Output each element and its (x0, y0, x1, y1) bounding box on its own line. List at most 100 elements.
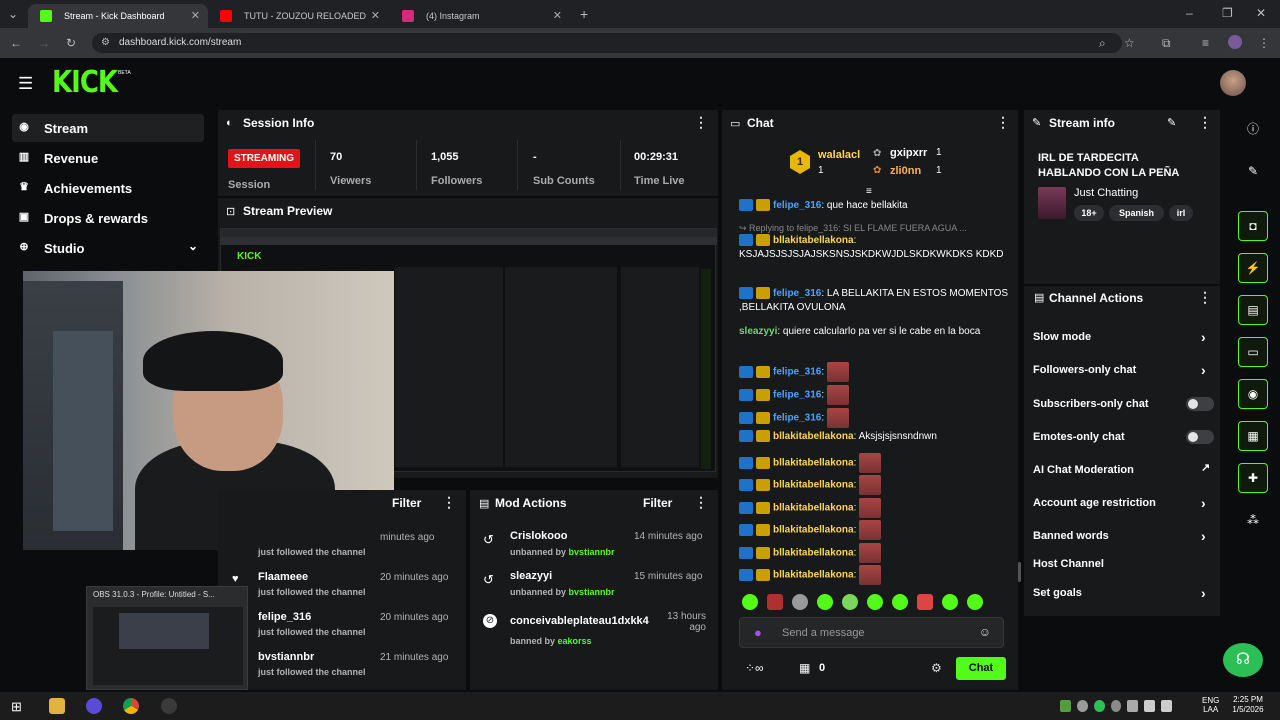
follower-name[interactable]: Flaameee (258, 571, 308, 583)
session-info-more-icon[interactable]: ⋮ (694, 114, 708, 131)
follower-name[interactable]: felipe_316 (258, 611, 311, 623)
profile-avatar-icon[interactable] (1228, 35, 1242, 49)
mod-action-user[interactable]: conceivableplateau1dxkk4 (510, 615, 649, 627)
notes-icon[interactable]: ▤ (1238, 295, 1268, 325)
chat-username[interactable]: bllakitabellakona (773, 458, 854, 469)
info-icon[interactable]: ⓘ (1238, 113, 1268, 143)
sidebar-item-achievements[interactable]: ♛ Achievements (12, 174, 204, 202)
chat-username[interactable]: felipe_316 (773, 367, 821, 378)
chevron-right-icon[interactable]: › (1201, 528, 1206, 544)
host-channel-label[interactable]: Host Channel (1033, 558, 1104, 570)
edit-icon[interactable]: ✎ (1238, 156, 1268, 186)
chat-scrollbar[interactable] (1018, 562, 1021, 582)
chat-username[interactable]: bllakitabellakona (773, 480, 854, 491)
chat-message-input[interactable]: ● Send a message ☺ (739, 617, 1004, 648)
chat-username[interactable]: sleazyyi (739, 326, 777, 337)
chevron-right-icon[interactable]: › (1201, 329, 1206, 345)
top-gifter-name[interactable]: walalacl (818, 149, 860, 161)
chat-username[interactable]: bllakitabellakona (773, 570, 854, 581)
chevron-right-icon[interactable]: › (1201, 495, 1206, 511)
top-gifter-name[interactable]: gxipxrr (890, 147, 927, 159)
set-goals-label[interactable]: Set goals (1033, 587, 1082, 599)
sidebar-item-revenue[interactable]: ▥ Revenue (12, 144, 204, 172)
file-explorer-icon[interactable] (49, 698, 65, 714)
emote-button[interactable] (792, 594, 808, 610)
tray-mic-icon[interactable] (1076, 700, 1088, 712)
channel-actions-more-icon[interactable]: ⋮ (1198, 289, 1212, 306)
chat-settings-gear-icon[interactable]: ⚙ (931, 661, 942, 675)
chat-username[interactable]: felipe_316 (773, 200, 821, 211)
chevron-down-icon[interactable]: ⌄ (188, 239, 198, 253)
chevron-down-icon[interactable]: ≡ (866, 186, 872, 197)
chat-username[interactable]: bllakitabellakona (773, 503, 854, 514)
url-field[interactable]: dashboard.kick.com/stream (92, 33, 1122, 53)
top-gifter-name[interactable]: zli0nn (890, 165, 921, 177)
media-control-icon[interactable]: ≡ (1202, 36, 1209, 50)
tab-list-icon[interactable]: ⌄ (8, 7, 18, 21)
new-tab-icon[interactable]: + (580, 6, 588, 22)
mod-action-by[interactable]: bvstiannbr (569, 547, 615, 557)
volume-icon[interactable] (1161, 700, 1173, 712)
close-tab-icon[interactable]: ✕ (371, 9, 380, 22)
mod-actions-filter-button[interactable]: Filter (643, 496, 672, 510)
follower-name[interactable]: bvstiannbr (258, 651, 314, 663)
emote-button[interactable] (942, 594, 958, 610)
discord-icon[interactable] (86, 698, 102, 714)
chat-username[interactable]: felipe_316 (773, 288, 821, 299)
account-age-label[interactable]: Account age restriction (1033, 497, 1156, 509)
close-tab-icon[interactable]: ✕ (553, 9, 562, 22)
sidebar-item-stream[interactable]: ◉ Stream (12, 114, 204, 142)
layout-icon[interactable]: ▦ (1238, 421, 1268, 451)
tools-icon[interactable]: ✚ (1238, 463, 1268, 493)
emote-button[interactable] (967, 594, 983, 610)
tag-pill[interactable]: 18+ (1074, 205, 1104, 221)
chevron-right-icon[interactable]: › (1201, 362, 1206, 378)
hamburger-menu-icon[interactable]: ☰ (18, 74, 33, 94)
category-name[interactable]: Just Chatting (1074, 187, 1138, 199)
mod-action-by[interactable]: bvstiannbr (569, 587, 615, 597)
send-chat-button[interactable]: Chat (956, 657, 1006, 680)
subscribers-only-toggle[interactable] (1186, 397, 1214, 411)
tab-kick-dashboard[interactable]: Stream - Kick Dashboard ✕ (28, 4, 208, 28)
tray-app-icon[interactable] (1093, 700, 1105, 712)
chrome-icon[interactable] (123, 698, 139, 714)
camera-icon[interactable]: ◘ (1238, 211, 1268, 241)
kick-logo[interactable]: KICK (52, 66, 118, 101)
stream-info-more-icon[interactable]: ⋮ (1198, 114, 1212, 131)
followers-filter-button[interactable]: Filter (392, 496, 421, 510)
mod-actions-more-icon[interactable]: ⋮ (694, 494, 708, 511)
microphone-icon[interactable]: ● (754, 625, 762, 640)
edit-pencil-icon[interactable]: ✎ (1167, 116, 1176, 129)
emote-button[interactable] (817, 594, 833, 610)
tag-pill[interactable]: Spanish (1109, 205, 1164, 221)
followers-only-label[interactable]: Followers-only chat (1033, 364, 1136, 376)
ai-moderation-label[interactable]: AI Chat Moderation (1033, 464, 1134, 476)
tag-pill[interactable]: irl (1169, 205, 1193, 221)
lightning-icon[interactable]: ⚡ (1238, 253, 1268, 283)
mod-action-user[interactable]: Crislokooo (510, 530, 567, 542)
emote-button[interactable] (742, 594, 758, 610)
site-info-icon[interactable]: ⚙ (101, 37, 110, 48)
tab-youtube[interactable]: TUTU - ZOUZOU RELOADED ✕ (208, 4, 388, 28)
input-language[interactable]: ENG LAA (1202, 696, 1219, 714)
chat-username[interactable]: bllakitabellakona (773, 548, 854, 559)
emote-button[interactable] (767, 594, 783, 610)
chrome-menu-icon[interactable]: ⋮ (1258, 36, 1270, 50)
external-link-icon[interactable]: ↗ (1201, 461, 1210, 474)
channel-points-icon[interactable]: ⁘∞ (745, 661, 764, 675)
maximize-icon[interactable]: ❐ (1222, 6, 1233, 20)
support-headset-icon[interactable]: ☊ (1223, 643, 1263, 677)
chat-icon[interactable]: ▭ (1238, 337, 1268, 367)
sidebar-item-studio[interactable]: ⊕ Studio ⌄ (12, 234, 204, 262)
bookmark-star-icon[interactable]: ☆ (1124, 36, 1135, 50)
emote-button[interactable] (892, 594, 908, 610)
chevron-right-icon[interactable]: › (1201, 585, 1206, 601)
obs-taskbar-preview[interactable]: OBS 31.0.3 - Profile: Untitled - S... (86, 586, 248, 690)
broadcast-icon[interactable]: ◉ (1238, 379, 1268, 409)
tray-app-icon[interactable] (1127, 700, 1139, 712)
forward-icon[interactable]: → (38, 36, 50, 50)
tab-instagram[interactable]: (4) Instagram ✕ (390, 4, 570, 28)
zoom-icon[interactable]: ⌕ (1099, 36, 1106, 51)
chat-username[interactable]: felipe_316 (773, 413, 821, 424)
back-icon[interactable]: ← (10, 36, 22, 50)
